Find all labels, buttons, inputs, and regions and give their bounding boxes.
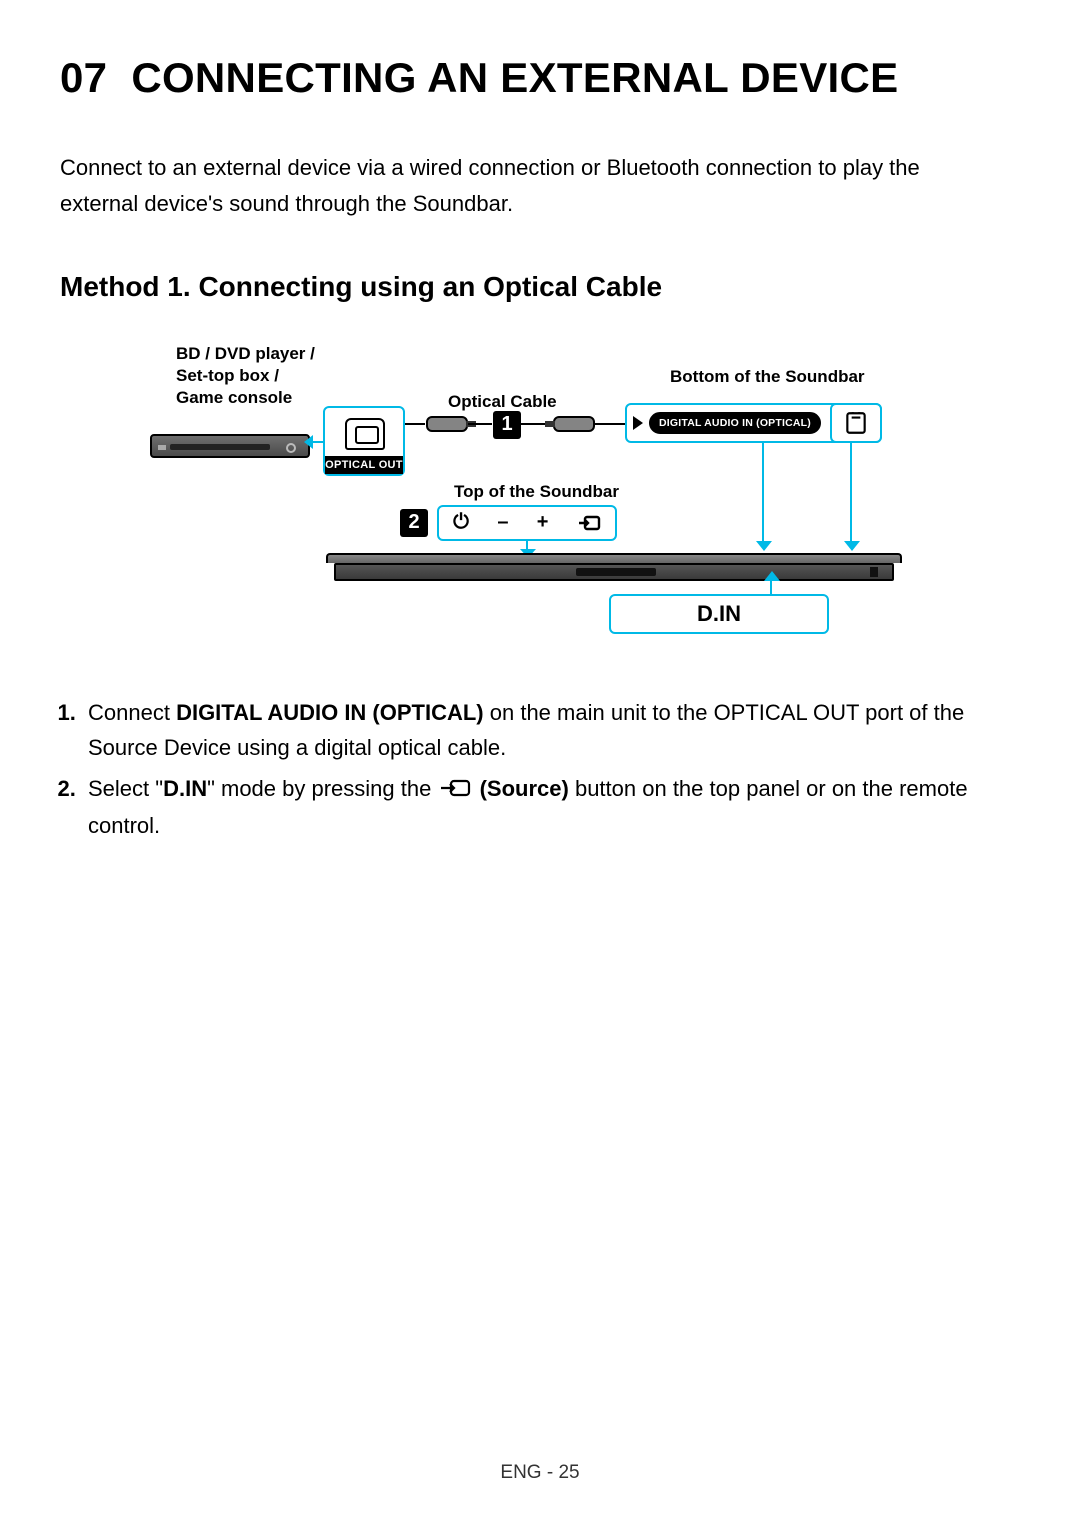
- section-title-text: CONNECTING AN EXTERNAL DEVICE: [131, 54, 898, 101]
- source-device-icon: [150, 434, 310, 458]
- bottom-of-soundbar-label: Bottom of the Soundbar: [670, 366, 865, 388]
- step-1-badge: 1: [493, 411, 521, 439]
- leader-line: [762, 443, 764, 547]
- method-heading: Method 1. Connecting using an Optical Ca…: [60, 271, 1020, 303]
- step-text: Connect: [88, 700, 176, 725]
- leader-arrow-down-icon: [844, 541, 860, 551]
- digital-audio-in-pill: DIGITAL AUDIO IN (OPTICAL): [649, 412, 821, 434]
- source-device-label: BD / DVD player / Set-top box / Game con…: [176, 343, 356, 409]
- cable-segment: [405, 423, 425, 425]
- step-text: " mode by pressing the: [207, 776, 437, 801]
- top-of-soundbar-label: Top of the Soundbar: [454, 481, 619, 503]
- step-1: Connect DIGITAL AUDIO IN (OPTICAL) on th…: [82, 695, 1010, 765]
- instruction-steps: Connect DIGITAL AUDIO IN (OPTICAL) on th…: [82, 695, 1010, 843]
- optical-port-icon: [345, 418, 385, 450]
- arrow-right-icon: [633, 416, 643, 430]
- source-button-icon: [577, 513, 601, 533]
- source-label-line1: BD / DVD player /: [176, 343, 356, 365]
- volume-down-icon: –: [497, 511, 508, 534]
- optical-out-text: OPTICAL OUT: [325, 456, 403, 474]
- intro-text: Connect to an external device via a wire…: [60, 150, 1000, 223]
- step-2-badge: 2: [400, 509, 428, 537]
- leader-line: [770, 578, 772, 595]
- leader-line: [850, 443, 852, 547]
- leader-arrow-down-icon: [756, 541, 772, 551]
- step-bold: D.IN: [163, 776, 207, 801]
- section-number: 07: [60, 54, 107, 101]
- optical-cable-label: Optical Cable: [448, 391, 557, 413]
- step-bold: DIGITAL AUDIO IN (OPTICAL): [176, 700, 484, 725]
- cable-segment: [595, 423, 625, 425]
- optical-plug-right-icon: [553, 416, 595, 432]
- power-icon: ⏻: [453, 511, 469, 534]
- connection-diagram: BD / DVD player / Set-top box / Game con…: [130, 335, 950, 655]
- leader-arrow-up-icon: [764, 571, 780, 581]
- optical-out-port-callout: OPTICAL OUT: [323, 406, 405, 476]
- page-footer: ENG - 25: [0, 1462, 1080, 1484]
- step-2: Select "D.IN" mode by pressing the (Sour…: [82, 771, 1010, 843]
- din-mode-callout: D.IN: [609, 594, 829, 634]
- optical-out-leader-arrow: [304, 435, 313, 449]
- section-title: 07 CONNECTING AN EXTERNAL DEVICE: [60, 54, 1020, 102]
- step-bold: (Source): [480, 776, 569, 801]
- step-text: Select ": [88, 776, 163, 801]
- page: 07 CONNECTING AN EXTERNAL DEVICE Connect …: [0, 0, 1080, 1532]
- optical-plug-left-icon: [426, 416, 468, 432]
- usb-icon: [843, 410, 869, 436]
- soundbar-icon: [326, 553, 902, 591]
- source-label-line2: Set-top box /: [176, 365, 356, 387]
- cable-segment: [468, 423, 492, 425]
- volume-up-icon: +: [537, 511, 549, 534]
- soundbar-top-buttons-callout: ⏻ – +: [437, 505, 617, 541]
- source-button-icon: [439, 773, 471, 808]
- usb-port-callout: [830, 403, 882, 443]
